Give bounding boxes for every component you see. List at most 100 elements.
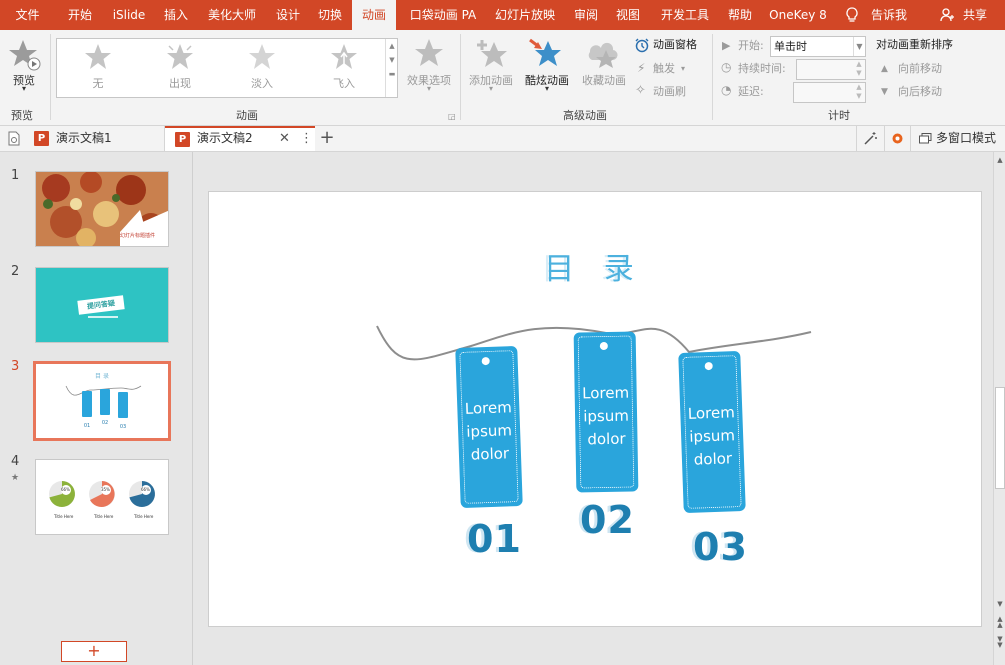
- animation-pane-icon[interactable]: [634, 37, 650, 53]
- gallery-scroll[interactable]: ▲ ▼ ▬: [385, 39, 398, 97]
- new-slide-button[interactable]: +: [61, 641, 127, 662]
- multi-window-label: 多窗口模式: [936, 131, 997, 145]
- windows-icon: [919, 133, 932, 144]
- close-icon[interactable]: ✕: [279, 126, 290, 151]
- start-select[interactable]: 单击时 ▼: [770, 36, 866, 57]
- tag-3-line-1: Lorem: [687, 403, 736, 423]
- animation-painter-button[interactable]: 动画刷: [653, 82, 686, 102]
- pie-1-title: Title Here: [54, 514, 74, 519]
- animation-pane-button[interactable]: 动画窗格: [653, 35, 697, 55]
- pie-2-pct: 35%: [101, 487, 110, 492]
- menu-tab-review[interactable]: 审阅: [566, 0, 606, 30]
- menu-tab-insert[interactable]: 插入: [156, 0, 196, 30]
- star-burst-icon: [167, 44, 193, 69]
- slide-number: 4: [11, 454, 20, 469]
- menu-tab-developer[interactable]: 开发工具: [650, 0, 720, 30]
- tag-3-line-3: dolor: [693, 449, 733, 469]
- menu-tab-home[interactable]: 开始: [58, 0, 102, 30]
- move-earlier-button[interactable]: 向前移动: [898, 59, 942, 79]
- doc-tab-2[interactable]: P 演示文稿2 ✕ ⋮: [165, 126, 315, 151]
- slide-3-preview: 目 录 01 02 03: [65, 372, 142, 430]
- anim-none[interactable]: 无: [57, 39, 139, 97]
- favorite-animation-button[interactable]: 收藏动画: [576, 72, 632, 88]
- slide-thumb-2[interactable]: 提问答疑: [35, 267, 169, 343]
- document-tab-bar: P 演示文稿1 P 演示文稿2 ✕ ⋮ + 多窗口模式: [0, 126, 1005, 152]
- tag-1-text: Lorem ipsum dolor: [457, 396, 521, 467]
- delay-label: 延迟:: [738, 85, 764, 98]
- doc-tab-1[interactable]: P 演示文稿1: [26, 126, 165, 151]
- slide-canvas[interactable]: 目 录 Lorem ipsum dolor 01 Lorem ipsum dol…: [208, 191, 982, 627]
- preview-star-icon[interactable]: [8, 38, 42, 72]
- menu-tab-onekey[interactable]: OneKey 8: [762, 0, 834, 30]
- tag-card-2[interactable]: Lorem ipsum dolor: [573, 331, 639, 493]
- menu-tab-beautify[interactable]: 美化大师: [198, 0, 266, 30]
- star-fade-icon: [249, 44, 275, 69]
- tell-me-box[interactable]: 告诉我: [866, 0, 912, 30]
- add-tab-icon[interactable]: +: [318, 126, 336, 151]
- menu-tab-pocket-animation[interactable]: 口袋动画 PA: [400, 0, 486, 30]
- tag-2-line-2: ipsum: [583, 406, 630, 426]
- menu-tab-view[interactable]: 视图: [608, 0, 648, 30]
- spinner-icon: ▲ ▼: [856, 83, 862, 100]
- share-button[interactable]: 共享: [958, 0, 992, 30]
- tag-card-1[interactable]: Lorem ipsum dolor: [455, 345, 523, 509]
- slide-thumb-3-selected[interactable]: 目 录 01 02 03: [33, 361, 171, 441]
- svg-text:01: 01: [84, 423, 90, 429]
- anim-fly-in[interactable]: 飞入: [303, 39, 385, 97]
- slide-thumb-1[interactable]: 幻灯片标题插件: [35, 171, 169, 247]
- next-slide-icon[interactable]: ▼ ▼: [995, 636, 1005, 649]
- scroll-up-icon[interactable]: ▲: [995, 154, 1005, 166]
- menu-tab-transitions[interactable]: 切换: [310, 0, 350, 30]
- dialog-launcher-icon[interactable]: ◲: [448, 112, 456, 121]
- svg-text:目 录: 目 录: [95, 372, 109, 380]
- multi-window-button[interactable]: 多窗口模式: [910, 126, 1005, 151]
- move-down-icon: ▼: [881, 87, 888, 97]
- chevron-down-icon: ▾: [426, 84, 431, 93]
- delay-field[interactable]: ▲ ▼: [793, 82, 866, 103]
- anim-fade[interactable]: 淡入: [221, 39, 303, 97]
- settings-gear-icon[interactable]: [884, 126, 910, 151]
- scroll-thumb[interactable]: [995, 387, 1005, 489]
- group-label-advanced: 高级动画: [563, 109, 607, 122]
- duration-field[interactable]: ▲ ▼: [796, 59, 866, 80]
- favorite-animation-icon[interactable]: [586, 38, 618, 70]
- menu-tab-slideshow[interactable]: 幻灯片放映: [488, 0, 562, 30]
- add-animation-icon[interactable]: [476, 38, 508, 70]
- menu-tab-design[interactable]: 设计: [268, 0, 308, 30]
- pie-1-pct: 66%: [61, 487, 70, 492]
- tag-card-3[interactable]: Lorem ipsum dolor: [678, 350, 746, 514]
- slide-2-caption: 提问答疑: [77, 295, 125, 315]
- group-label-animation: 动画: [236, 109, 258, 122]
- move-later-button[interactable]: 向后移动: [898, 82, 942, 102]
- animation-star-icon: ★: [11, 473, 20, 483]
- tag-1-line-1: Lorem: [464, 398, 513, 418]
- scroll-down-icon[interactable]: ▼: [995, 598, 1005, 610]
- anim-appear-label: 出现: [169, 77, 191, 90]
- animation-gallery: 无 出现 淡入 飞入 ▲ ▼ ▬: [56, 38, 398, 98]
- tag-2-line-3: dolor: [587, 429, 626, 449]
- effect-options-icon[interactable]: [414, 38, 444, 68]
- prev-slide-icon[interactable]: ▲ ▲: [995, 616, 1005, 629]
- trigger-button[interactable]: 触发: [653, 59, 675, 79]
- new-doc-icon[interactable]: [7, 131, 21, 146]
- pie-charts-preview: [49, 481, 155, 507]
- menu-tab-animations[interactable]: 动画: [352, 0, 396, 30]
- vertical-scrollbar[interactable]: ▲ ▼ ▲ ▲ ▼ ▼: [993, 152, 1005, 665]
- menu-tab-islide[interactable]: iSlide: [104, 0, 154, 30]
- menu-tab-file[interactable]: 文件: [0, 0, 55, 30]
- tag-3-line-2: ipsum: [689, 426, 736, 446]
- lightbulb-icon[interactable]: [845, 7, 859, 23]
- person-share-icon[interactable]: [940, 8, 954, 22]
- more-vertical-icon[interactable]: ⋮: [300, 126, 313, 151]
- doc-tab-2-label: 演示文稿2: [197, 131, 253, 145]
- cool-animation-icon[interactable]: [528, 36, 562, 70]
- anim-fly-in-label: 飞入: [333, 77, 355, 90]
- subtitle-line: [88, 316, 118, 318]
- anim-appear[interactable]: 出现: [139, 39, 221, 97]
- slide-thumb-4[interactable]: 66% 35% 66% Title Here Title Here Title …: [35, 459, 169, 535]
- menu-tab-help[interactable]: 帮助: [720, 0, 760, 30]
- group-label-preview: 预览: [11, 109, 33, 122]
- pie-2-title: Title Here: [94, 514, 114, 519]
- magic-wand-icon[interactable]: [856, 126, 884, 151]
- menu-bar: 文件 开始 iSlide 插入 美化大师 设计 切换 动画 口袋动画 PA 幻灯…: [0, 0, 1005, 30]
